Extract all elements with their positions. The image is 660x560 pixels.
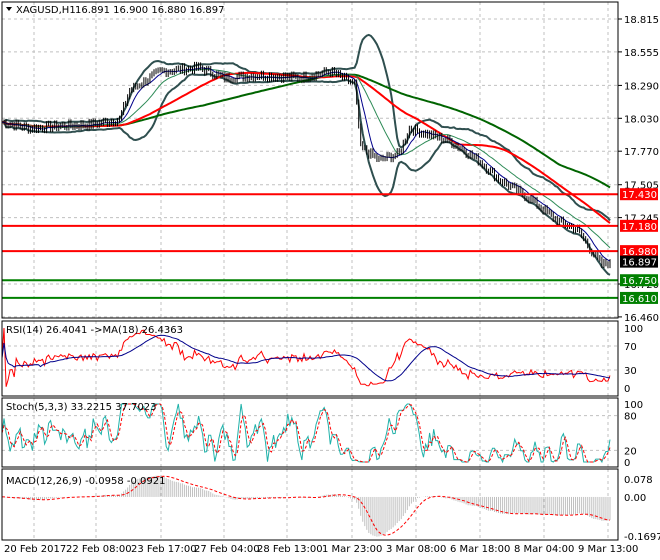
y-tick-label: 18.290: [624, 81, 659, 92]
marks: [1, 33, 618, 537]
x-tick-label: 27 Feb 04:00: [194, 544, 260, 555]
y-tick-label: 0: [624, 384, 630, 395]
level-label: 16.610: [622, 294, 657, 305]
y-tick-label: 100: [624, 400, 643, 411]
level-label: 17.180: [622, 222, 657, 233]
x-tick-label: 6 Mar 18:00: [450, 544, 510, 555]
chart-canvas[interactable]: XAGUSD,H1 16.891 16.900 16.880 16.897 RS…: [0, 0, 660, 560]
level-label: 17.430: [622, 190, 657, 201]
y-tick-label: 16.460: [624, 313, 659, 324]
ma-blue: [1, 67, 611, 262]
rsi-ma-line: [1, 334, 611, 382]
macd-title: MACD(12,26,9) -0.0958 -0.0921: [6, 476, 166, 487]
panel-frame-0: [1, 1, 619, 319]
chart-header: XAGUSD,H1 16.891 16.900 16.880 16.897: [6, 5, 225, 16]
y-tick-label: 17.770: [624, 147, 659, 158]
x-tick-label: 20 Feb 2017: [4, 544, 66, 555]
level-label: 16.750: [622, 276, 657, 287]
x-tick-label: 22 Feb 08:00: [66, 544, 132, 555]
y-tick-label: 18.555: [624, 48, 659, 59]
x-tick-label: 28 Feb 13:00: [257, 544, 323, 555]
y-tick-label: 20: [624, 446, 637, 457]
bollinger-lower: [2, 73, 611, 276]
rsi-title: RSI(14) 26.4041 ->MA(18) 26.4363: [6, 325, 183, 336]
ma-red: [1, 71, 611, 224]
dropdown-triangle-icon[interactable]: [6, 7, 12, 11]
y-tick-label: 0.078: [624, 475, 653, 486]
y-tick-label: 0: [624, 458, 630, 469]
y-tick-label: 18.815: [624, 15, 659, 26]
ohlc-values: 16.891 16.900 16.880 16.897: [75, 5, 225, 16]
grid: [2, 2, 618, 540]
current-price-label: 16.897: [622, 258, 657, 269]
rsi-line: [1, 327, 611, 387]
y-tick-label: 0.00: [624, 493, 646, 504]
y-tick-label: 70: [624, 342, 637, 353]
stoch-title: Stoch(5,3,3) 33.2215 37.7023: [6, 402, 157, 413]
x-tick-label: 23 Feb 17:00: [131, 544, 197, 555]
x-tick-label: 1 Mar 23:00: [322, 544, 382, 555]
x-tick-label: 8 Mar 04:00: [514, 544, 574, 555]
x-tick-label: 9 Mar 13:00: [578, 544, 638, 555]
y-tick-label: 18.030: [624, 114, 659, 125]
chart-window[interactable]: XAGUSD,H1 16.891 16.900 16.880 16.897 RS…: [0, 0, 660, 560]
ma-green: [1, 73, 611, 189]
symbol-label: XAGUSD,H1: [16, 5, 76, 16]
x-tick-label: 3 Mar 08:00: [386, 544, 446, 555]
y-tick-label: 80: [624, 412, 637, 423]
y-tick-label: -0.1697: [624, 532, 660, 543]
y-tick-label: 100: [624, 324, 643, 335]
y-tick-label: 30: [624, 366, 637, 377]
